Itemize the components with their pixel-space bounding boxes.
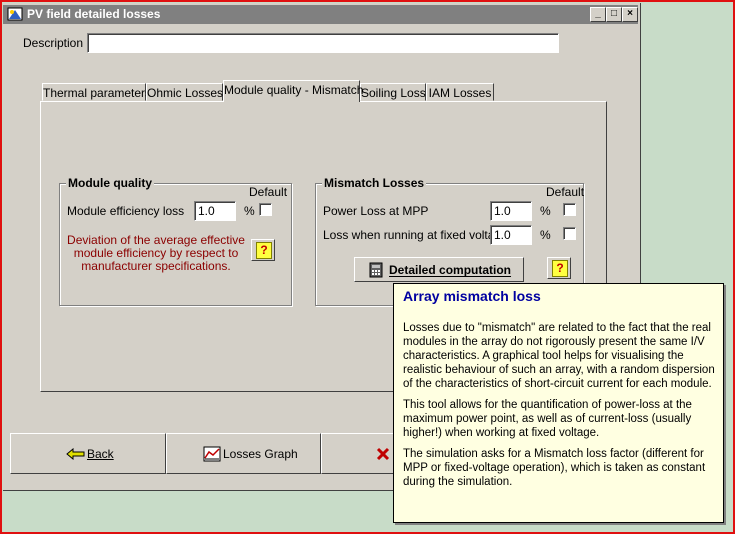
back-arrow-icon [66,448,85,460]
losses-graph-label: Losses Graph [223,447,298,461]
detailed-computation-label: Detailed computation [389,263,512,277]
description-label: Description [23,36,84,50]
module-quality-title: Module quality [66,176,154,190]
help-icon: ? [552,260,568,277]
fixed-voltage-loss-label: Loss when running at fixed voltage [323,228,508,242]
help-icon: ? [256,242,272,259]
back-button[interactable]: Back [10,433,166,474]
tab-iam-losses[interactable]: IAM Losses [426,83,494,101]
mismatch-default-label: Default [546,185,585,199]
tooltip-paragraph: Losses due to "mismatch" are related to … [403,322,715,390]
close-button[interactable]: × [622,7,638,22]
tooltip-paragraph: The simulation asks for a Mismatch loss … [403,448,706,488]
tooltip-title: Array mismatch loss [403,288,541,304]
module-quality-default-label: Default [249,185,288,199]
power-loss-mpp-input[interactable] [490,201,532,221]
module-efficiency-default-checkbox[interactable] [259,203,272,216]
maximize-button[interactable]: □ [606,7,622,22]
window-title: PV field detailed losses [27,7,161,21]
module-efficiency-label: Module efficiency loss [67,204,185,218]
losses-graph-button[interactable]: Losses Graph [166,433,321,474]
tab-thermal-parameters[interactable]: Thermal parameters [42,83,151,101]
power-loss-mpp-default-checkbox[interactable] [563,203,576,216]
back-label: Back [87,447,114,461]
module-quality-note: Deviation of the average effective modul… [67,233,245,273]
title-bar: PV field detailed losses _ □ × [3,5,638,24]
mismatch-losses-title: Mismatch Losses [322,176,427,190]
calculator-icon [369,262,383,278]
fixed-voltage-loss-default-checkbox[interactable] [563,227,576,240]
module-quality-help-button[interactable]: ? [251,239,275,261]
module-efficiency-unit: % [244,204,255,218]
module-efficiency-input[interactable] [194,201,236,221]
tooltip-body: Losses due to "mismatch" are related to … [403,321,717,496]
app-icon [7,7,23,21]
mismatch-help-button[interactable]: ? [547,257,571,279]
graph-icon [203,446,221,462]
power-loss-mpp-unit: % [540,204,551,218]
cancel-x-icon [376,447,390,461]
tab-soiling-loss[interactable]: Soiling Loss [360,83,426,101]
fixed-voltage-loss-unit: % [540,228,551,242]
minimize-button[interactable]: _ [590,7,606,22]
tab-module-quality-mismatch[interactable]: Module quality - Mismatch [223,80,363,102]
tooltip-paragraph: This tool allows for the quantification … [403,399,692,439]
cancel-button[interactable] [321,433,401,474]
description-input[interactable] [87,33,559,53]
mismatch-help-tooltip: Array mismatch loss Losses due to "misma… [393,283,724,523]
tab-ohmic-losses[interactable]: Ohmic Losses [146,83,223,101]
power-loss-mpp-label: Power Loss at MPP [323,204,429,218]
detailed-computation-button[interactable]: Detailed computation [354,257,524,282]
fixed-voltage-loss-input[interactable] [490,225,532,245]
